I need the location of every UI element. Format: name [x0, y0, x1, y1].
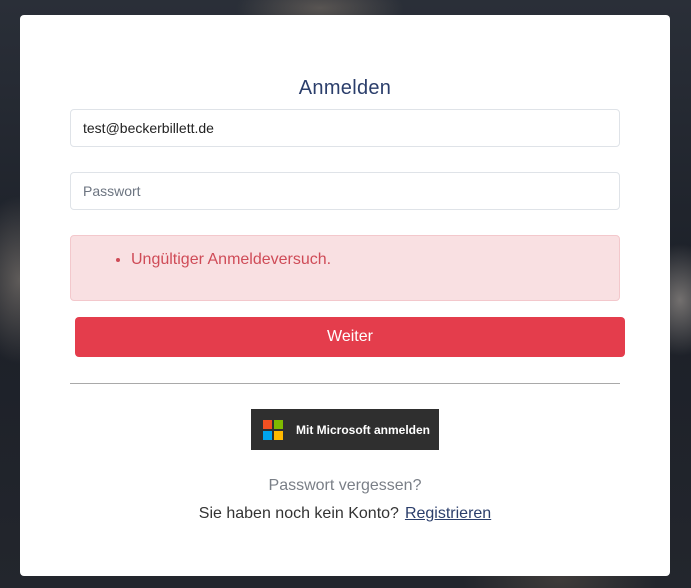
login-card: Anmelden Ungültiger Anmeldeversuch. Weit…: [20, 15, 670, 576]
microsoft-login-label: Mit Microsoft anmelden: [296, 422, 431, 437]
register-row: Sie haben noch kein Konto? Registrieren: [20, 505, 670, 523]
page-title: Anmelden: [298, 77, 392, 99]
divider: [70, 383, 620, 384]
error-message: Ungültiger Anmeldeversuch.: [131, 250, 331, 270]
forgot-password-link[interactable]: Passwort vergessen?: [20, 477, 670, 495]
register-link[interactable]: Registrieren: [405, 505, 491, 522]
microsoft-login-button[interactable]: Mit Microsoft anmelden: [251, 409, 439, 450]
password-field[interactable]: [71, 173, 619, 209]
no-account-text: Sie haben noch kein Konto?: [198, 505, 399, 522]
error-alert: Ungültiger Anmeldeversuch.: [70, 235, 620, 301]
email-field-container: [70, 109, 620, 147]
password-field-container: [70, 172, 620, 210]
microsoft-logo-icon: [263, 419, 283, 440]
error-list: Ungültiger Anmeldeversuch.: [71, 250, 331, 270]
email-field[interactable]: [71, 110, 619, 146]
submit-button[interactable]: Weiter: [75, 317, 625, 357]
